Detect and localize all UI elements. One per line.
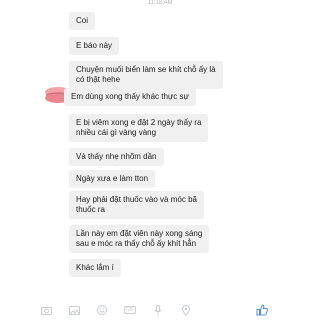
- image-icon[interactable]: [68, 304, 80, 316]
- composer-bar: GIF: [0, 300, 320, 320]
- message-bubble[interactable]: Và thấy nhẹ nhõm dần: [69, 148, 164, 166]
- sticker-icon[interactable]: [96, 304, 108, 316]
- message-bubble[interactable]: Lần này em đặt viên này xong sáng sau e …: [69, 225, 210, 253]
- message-bubble[interactable]: E bị viêm xong e đặt 2 ngày thấy ra nhiề…: [69, 114, 209, 142]
- message-bubble[interactable]: Hay phải đặt thuốc vào và móc bã thuốc r…: [69, 191, 204, 219]
- message-bubble[interactable]: Coi: [69, 12, 96, 30]
- microphone-icon[interactable]: [152, 304, 164, 316]
- location-icon[interactable]: [180, 304, 192, 316]
- message-bubble[interactable]: Khác lắm í: [69, 259, 121, 277]
- message-bubble[interactable]: Chuyện muối biển làm se khít chỗ ấy là c…: [69, 61, 223, 89]
- message-bubble[interactable]: Ngày xưa e làm tton: [69, 170, 156, 188]
- message-bubble[interactable]: Em dùng xong thấy khác thực sự: [64, 88, 196, 106]
- like-icon[interactable]: [255, 303, 269, 317]
- gif-icon[interactable]: GIF: [123, 304, 137, 316]
- camera-icon[interactable]: [40, 304, 52, 316]
- gif-label: GIF: [123, 306, 137, 314]
- message-thread[interactable]: Coi E báo này Chuyện muối biển làm se kh…: [0, 0, 320, 300]
- message-bubble[interactable]: E báo này: [69, 37, 120, 55]
